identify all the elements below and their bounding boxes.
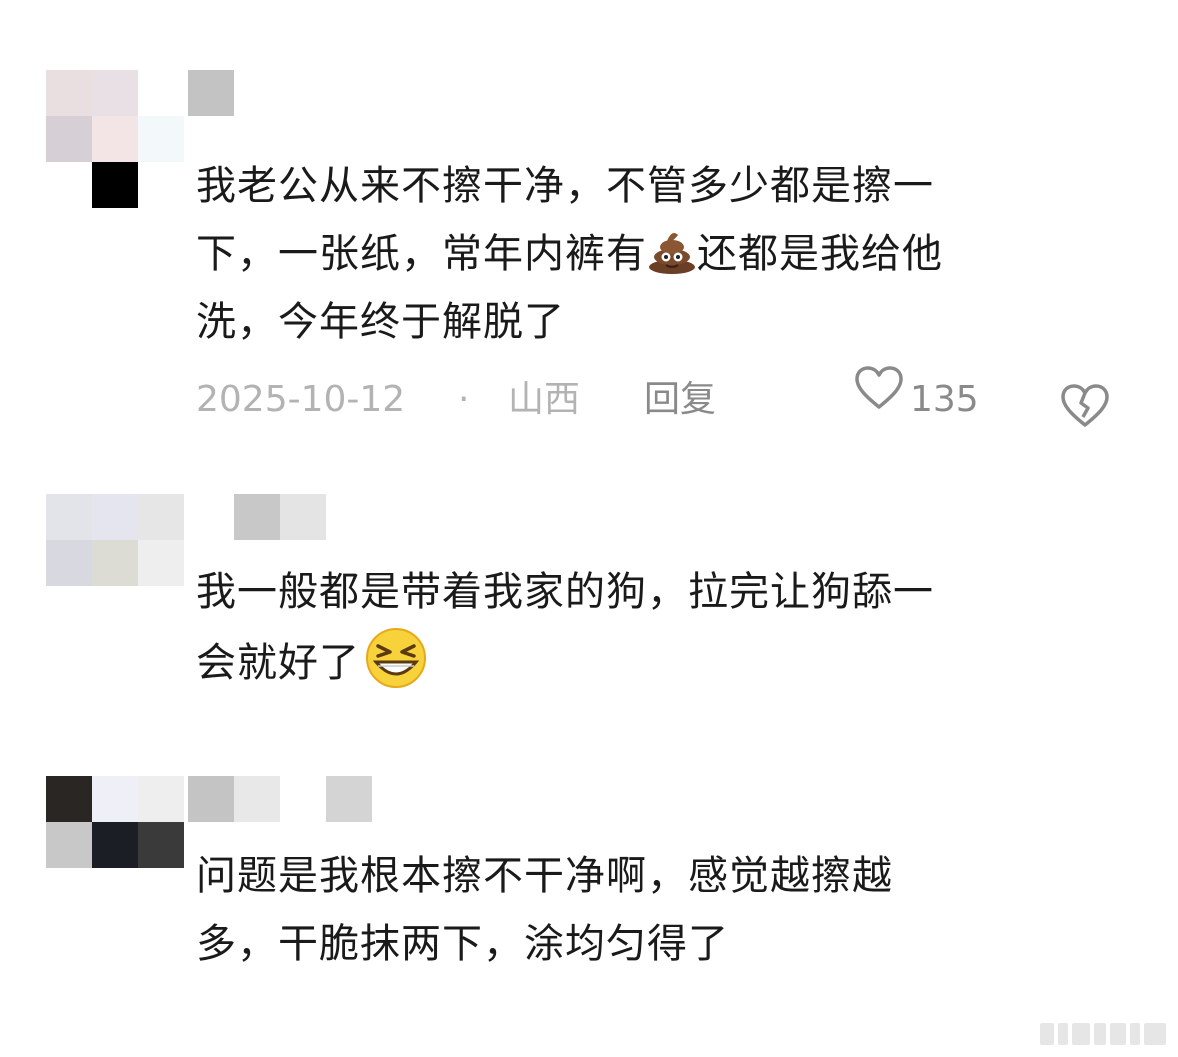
comment-3: 问题是我根本擦不干净啊，感觉越擦越 多，干脆抹两下，涂均匀得了 (0, 0, 1178, 1000)
comment-list: 我老公从来不擦干净，不管多少都是擦一 下，一张纸，常年内裤有 还都是我给他 洗，… (0, 0, 1178, 1057)
watermark (1040, 1023, 1166, 1045)
comment-line: 问题是我根本擦不干净啊，感觉越擦越 (196, 853, 893, 899)
avatar[interactable] (46, 776, 184, 914)
username[interactable] (188, 776, 372, 822)
comment-line: 多，干脆抹两下，涂均匀得了 (196, 921, 729, 967)
comment-text: 问题是我根本擦不干净啊，感觉越擦越 多，干脆抹两下，涂均匀得了 (196, 842, 1116, 978)
